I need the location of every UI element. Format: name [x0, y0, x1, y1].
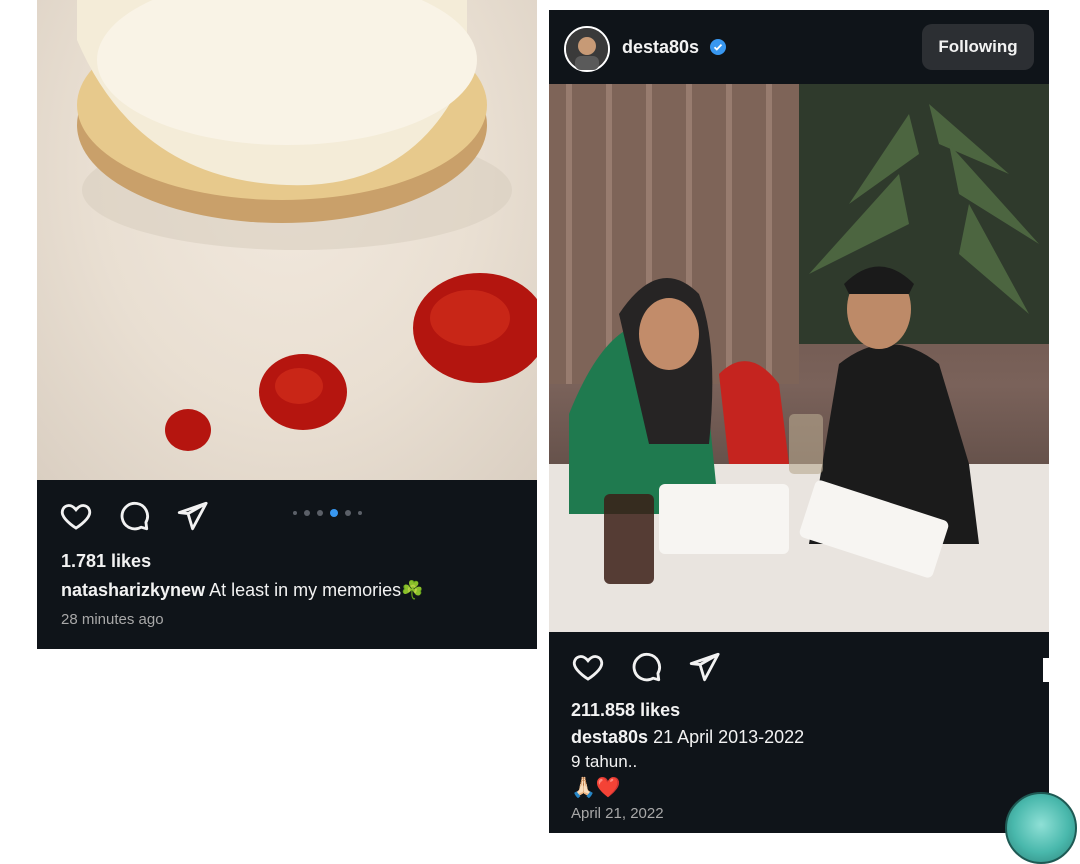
post-card-desta80s: desta80s Following 211.858 likes desta80… — [549, 10, 1049, 833]
dessert-illustration — [77, 0, 537, 451]
post-image-dinner[interactable] — [549, 84, 1049, 632]
post-timestamp: April 21, 2022 — [571, 805, 664, 822]
post-caption: natasharizkynew At least in my memories☘… — [61, 580, 424, 601]
post-caption: desta80s 21 April 2013-2022 — [571, 727, 804, 748]
carousel-dot — [358, 511, 362, 515]
verified-badge-icon — [710, 39, 726, 55]
caption-text: 21 April 2013-2022 — [653, 727, 805, 747]
caption-username[interactable]: desta80s — [571, 727, 648, 747]
post-image-dessert[interactable] — [37, 0, 537, 480]
comment-icon[interactable] — [117, 499, 151, 533]
carousel-dot — [304, 510, 310, 516]
heart-icon[interactable] — [571, 650, 605, 684]
send-icon[interactable] — [687, 650, 721, 684]
post-timestamp: 28 minutes ago — [61, 611, 164, 628]
avatar-image — [566, 28, 608, 70]
caption-text: At least in my memories☘️ — [209, 580, 424, 600]
carousel-dot-active — [330, 509, 338, 517]
comment-icon[interactable] — [629, 650, 663, 684]
like-count[interactable]: 211.858 likes — [571, 700, 680, 721]
caption-emoji: 🙏🏻❤️ — [571, 777, 621, 799]
post-actions — [571, 650, 721, 684]
post-card-natasharizkynew: 1.781 likes natasharizkynew At least in … — [37, 0, 537, 649]
carousel-dot — [345, 510, 351, 516]
heart-icon[interactable] — [59, 499, 93, 533]
header-username[interactable]: desta80s — [622, 37, 699, 58]
sticker-image — [1005, 792, 1077, 864]
bookmark-icon[interactable] — [1043, 658, 1049, 682]
post-actions — [59, 499, 209, 533]
post-header: desta80s Following — [549, 10, 1049, 84]
following-button[interactable]: Following — [922, 24, 1034, 70]
carousel-dot — [293, 511, 297, 515]
caption-line: 9 tahun.. — [571, 752, 638, 771]
send-icon[interactable] — [175, 499, 209, 533]
caption-username[interactable]: natasharizkynew — [61, 580, 205, 600]
like-count[interactable]: 1.781 likes — [61, 551, 151, 572]
carousel-dot — [317, 510, 323, 516]
avatar[interactable] — [564, 26, 610, 72]
carousel-indicator — [293, 509, 362, 517]
dinner-illustration — [549, 84, 1049, 632]
